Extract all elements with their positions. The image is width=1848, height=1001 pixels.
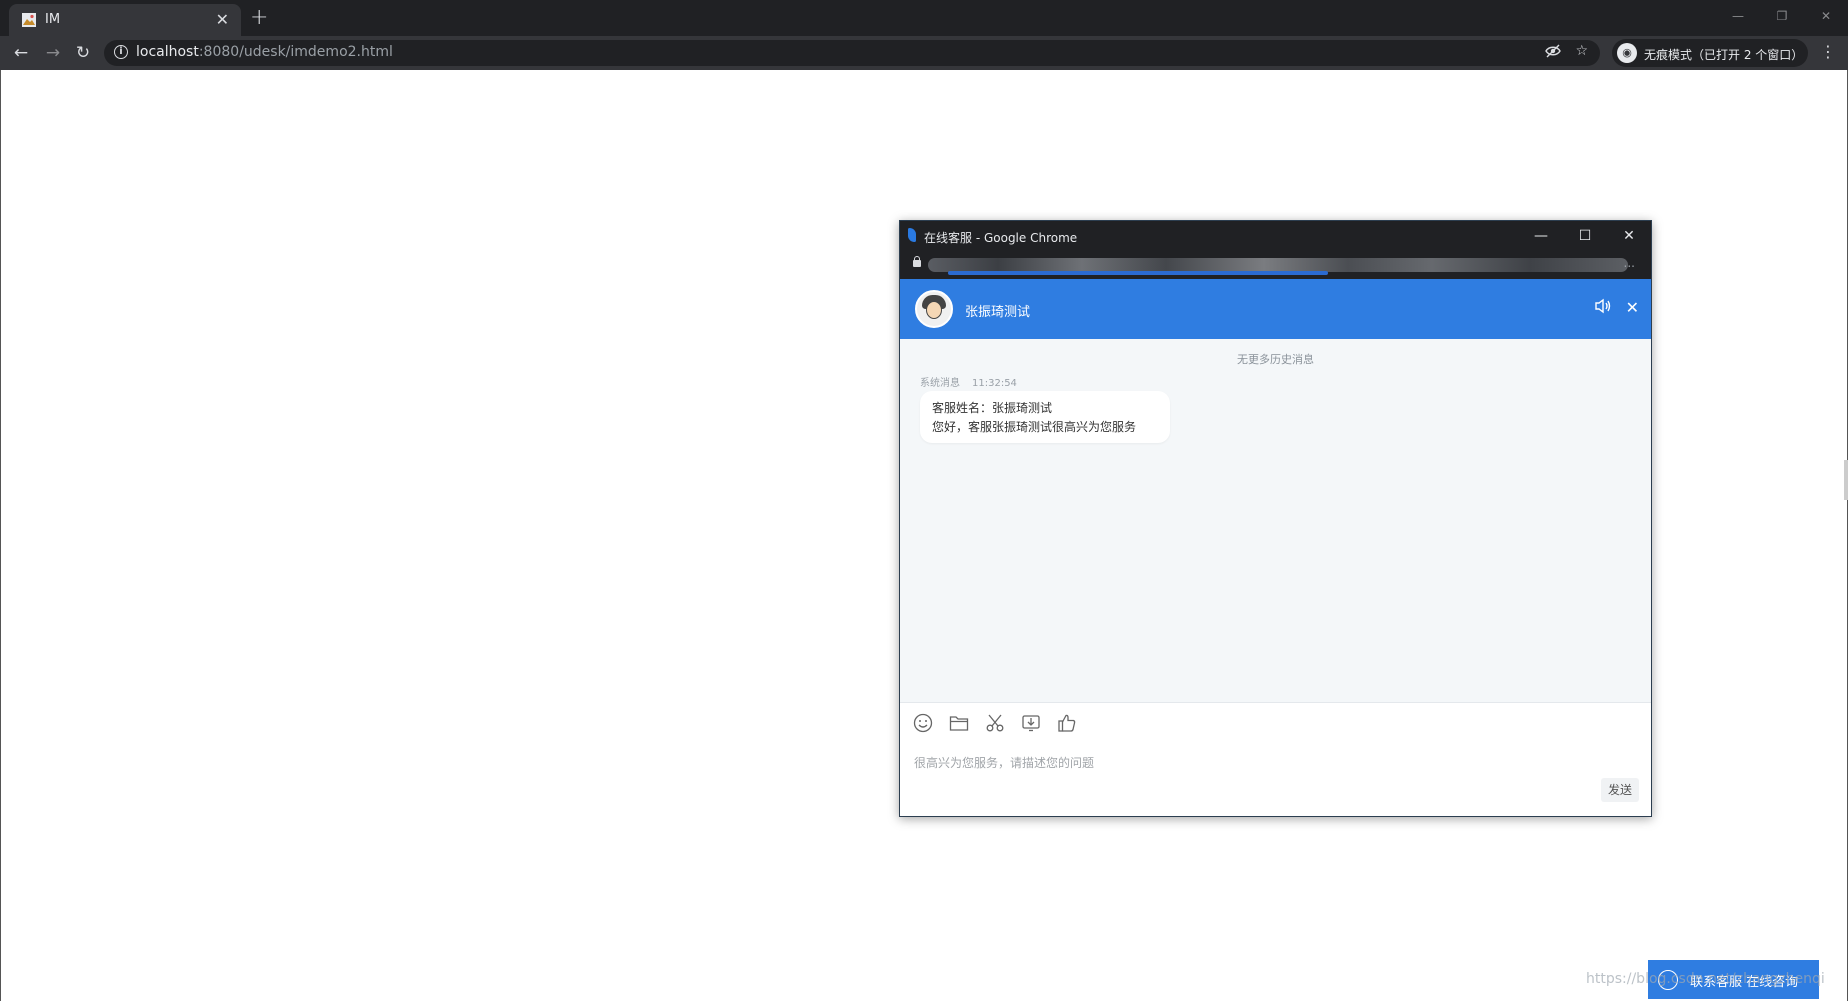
- chrome-app-icon: [908, 228, 916, 242]
- window-controls: — ❐ ✕: [1716, 0, 1848, 32]
- browser-tab-strip: IM ✕ + — ❐ ✕: [0, 0, 1848, 36]
- tab-close-icon[interactable]: ✕: [216, 10, 229, 29]
- scissors-icon[interactable]: [984, 712, 1006, 734]
- forward-arrow-icon[interactable]: →: [40, 40, 66, 66]
- url-ellipsis: ...: [1623, 256, 1635, 270]
- message-sender: 系统消息: [920, 378, 960, 389]
- omnibox-actions: ☆: [1545, 43, 1588, 63]
- agent-name: 张振琦测试: [965, 305, 1031, 320]
- blurred-url: [928, 258, 1628, 275]
- message-line-1: 客服姓名：张振琦测试: [932, 401, 1053, 415]
- popup-window-controls: — ☐ ✕: [1519, 221, 1651, 250]
- close-window-icon[interactable]: ✕: [1804, 0, 1848, 32]
- more-menu-icon[interactable]: ⋮: [1820, 42, 1836, 61]
- url-text: localhost:8080/udesk/imdemo2.html: [136, 44, 393, 60]
- site-info-icon[interactable]: i: [114, 45, 128, 59]
- popup-window-title: 在线客服 - Google Chrome: [924, 231, 1078, 245]
- eye-off-icon[interactable]: [1545, 43, 1562, 63]
- message-input[interactable]: [914, 743, 1634, 783]
- tab-title: IM: [45, 12, 61, 27]
- emoji-icon[interactable]: [912, 712, 934, 734]
- chat-header: 张振琦测试 ✕: [900, 279, 1651, 339]
- watermark-text: https://blog.csdn.net/zhangzhenqi: [1586, 971, 1825, 987]
- incognito-icon: ◉: [1617, 43, 1637, 63]
- chat-popup-window: 在线客服 - Google Chrome — ☐ ✕ ... 张振琦测试 ✕ 无…: [899, 220, 1652, 817]
- restore-icon[interactable]: ❐: [1760, 0, 1804, 32]
- incognito-indicator[interactable]: ◉ 无痕模式（已打开 2 个窗口）: [1612, 39, 1808, 67]
- message-list[interactable]: 无更多历史消息 系统消息 11:32:54 客服姓名：张振琦测试 您好，客服张振琦…: [900, 339, 1651, 702]
- popup-url-bar: ...: [900, 250, 1651, 279]
- reload-icon[interactable]: ↻: [70, 40, 96, 66]
- browser-toolbar: ← → ↻ i localhost:8080/udesk/imdemo2.htm…: [0, 36, 1848, 70]
- minimize-icon[interactable]: —: [1716, 0, 1760, 32]
- chat-header-actions: ✕: [1594, 298, 1639, 318]
- url-path: :8080/udesk/imdemo2.html: [198, 44, 393, 60]
- send-button[interactable]: 发送: [1601, 778, 1639, 802]
- chat-close-icon[interactable]: ✕: [1626, 298, 1639, 318]
- lock-icon: [913, 256, 921, 267]
- back-arrow-icon[interactable]: ←: [8, 40, 34, 66]
- download-icon[interactable]: [1020, 712, 1042, 734]
- composer-toolbar: [912, 712, 1078, 734]
- page-favicon-icon: [22, 13, 36, 27]
- incognito-label: 无痕模式（已打开 2 个窗口）: [1644, 48, 1804, 62]
- message-composer: 发送: [900, 702, 1651, 816]
- agent-avatar: [915, 290, 953, 328]
- message-bubble: 客服姓名：张振琦测试 您好，客服张振琦测试很高兴为您服务: [920, 391, 1170, 443]
- popup-minimize-icon[interactable]: —: [1519, 221, 1563, 250]
- address-bar[interactable]: i localhost:8080/udesk/imdemo2.html ☆: [104, 40, 1600, 66]
- popup-titlebar[interactable]: 在线客服 - Google Chrome — ☐ ✕: [900, 221, 1651, 250]
- message-meta: 系统消息 11:32:54: [920, 374, 1017, 389]
- new-tab-icon[interactable]: +: [250, 5, 268, 30]
- message-line-2: 您好，客服张振琦测试很高兴为您服务: [932, 420, 1137, 434]
- popup-close-icon[interactable]: ✕: [1607, 221, 1651, 250]
- no-history-text: 无更多历史消息: [1237, 353, 1314, 366]
- thumbs-up-icon[interactable]: [1056, 712, 1078, 734]
- popup-maximize-icon[interactable]: ☐: [1563, 221, 1607, 250]
- message-time: 11:32:54: [972, 378, 1017, 389]
- url-host: localhost: [136, 44, 199, 60]
- star-icon[interactable]: ☆: [1575, 43, 1588, 63]
- sound-icon[interactable]: [1594, 298, 1612, 318]
- folder-icon[interactable]: [948, 712, 970, 734]
- page-border-left: [0, 70, 1, 1001]
- scrollbar-thumb[interactable]: [1844, 460, 1848, 500]
- browser-tab[interactable]: IM ✕: [9, 4, 241, 36]
